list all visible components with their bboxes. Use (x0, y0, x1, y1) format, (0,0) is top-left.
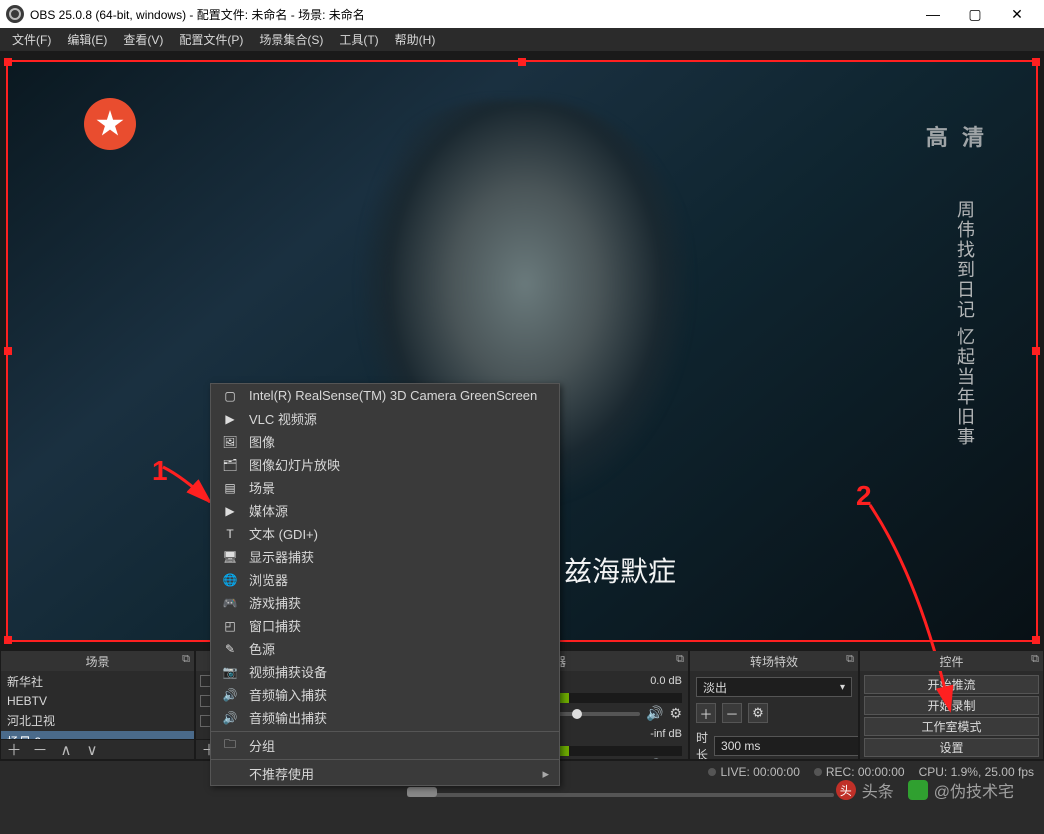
chevron-down-icon: ▾ (840, 682, 845, 693)
scene-item[interactable]: 河北卫视 (1, 710, 194, 731)
context-item[interactable]: ◰窗口捕获 (211, 614, 559, 637)
transitions-dock-header[interactable]: 转场特效 ⧉ (690, 651, 858, 671)
remove-transition-button[interactable]: － (722, 703, 742, 723)
scene-down-button[interactable]: ∨ (83, 741, 101, 759)
controls-dock-header[interactable]: 控件 ⧉ (860, 651, 1043, 671)
context-item[interactable]: 🌐浏览器 (211, 568, 559, 591)
hd-badge: 高 清 (926, 120, 988, 152)
context-item[interactable]: ▶媒体源 (211, 499, 559, 522)
popout-icon[interactable]: ⧉ (1031, 653, 1039, 666)
video-device-icon: 📷 (221, 664, 239, 680)
add-transition-button[interactable]: ＋ (696, 703, 716, 723)
context-item[interactable]: ▶VLC 视频源 (211, 407, 559, 430)
context-item[interactable]: ▤场景 (211, 476, 559, 499)
vertical-caption: 周伟找到日记 忆起当年旧事 (953, 200, 976, 447)
window-maximize-button[interactable]: ▢ (954, 0, 996, 28)
play-icon: ▶ (221, 411, 239, 427)
audio-in-icon: 🔊 (221, 687, 239, 703)
scenes-dock-header[interactable]: 场景 ⧉ (1, 651, 194, 671)
menu-edit[interactable]: 编辑(E) (59, 28, 115, 51)
rec-indicator-icon (814, 768, 822, 776)
speaker-icon[interactable]: 🔊 (646, 705, 663, 722)
add-source-context-menu: ▢Intel(R) RealSense(TM) 3D Camera GreenS… (210, 383, 560, 786)
blank-icon (221, 766, 239, 782)
status-cpu: CPU: 1.9%, 25.00 fps (919, 765, 1034, 779)
display-icon: 🖥 (221, 549, 239, 565)
duration-label: 时长 (696, 729, 708, 759)
subtitle-text: 兹海默症 (564, 550, 676, 590)
transition-mode-dropdown[interactable]: 淡出▾ (696, 677, 852, 697)
menu-scene-collection[interactable]: 场景集合(S) (251, 28, 331, 51)
control-button-3[interactable]: 设置 (864, 738, 1039, 757)
menu-view[interactable]: 查看(V) (115, 28, 171, 51)
camera-icon: ▢ (221, 388, 239, 404)
menu-help[interactable]: 帮助(H) (387, 28, 444, 51)
window-title: OBS 25.0.8 (64-bit, windows) - 配置文件: 未命名… (30, 6, 365, 23)
gear-icon[interactable]: ⚙ (669, 705, 682, 722)
annotation-arrow-2 (860, 500, 970, 720)
scenes-list[interactable]: 新华社HEBTV河北卫视场景 2 (1, 671, 194, 739)
context-item[interactable]: 🖥显示器捕获 (211, 545, 559, 568)
transitions-dock: 转场特效 ⧉ 淡出▾ ＋ － ⚙ 时长 ▴ ▾ (689, 650, 859, 760)
menu-profile[interactable]: 配置文件(P) (171, 28, 251, 51)
channel-logo-icon (84, 98, 136, 150)
submenu-arrow-icon: ▸ (542, 766, 549, 782)
context-item[interactable]: ✎色源 (211, 637, 559, 660)
live-indicator-icon (708, 768, 716, 776)
gear-icon[interactable]: ⚙ (669, 758, 682, 759)
transition-duration-input[interactable] (714, 736, 858, 756)
toutiao-icon: 头 (836, 780, 856, 800)
context-item[interactable]: 🔊音频输入捕获 (211, 683, 559, 706)
popout-icon[interactable]: ⧉ (182, 653, 190, 666)
window-minimize-button[interactable]: — (912, 0, 954, 28)
context-menu-separator (211, 731, 559, 732)
window-close-button[interactable]: ✕ (996, 0, 1038, 28)
context-item[interactable]: 🎮游戏捕获 (211, 591, 559, 614)
status-rec: REC: 00:00:00 (814, 765, 905, 779)
color-icon: ✎ (221, 641, 239, 657)
browser-icon: 🌐 (221, 572, 239, 588)
obs-app-icon (6, 5, 24, 23)
context-item[interactable]: 🖼图像 (211, 430, 559, 453)
context-item[interactable]: T文本 (GDI+) (211, 522, 559, 545)
scene-item[interactable]: 新华社 (1, 671, 194, 692)
popout-icon[interactable]: ⧉ (676, 653, 684, 666)
remove-scene-button[interactable]: － (31, 739, 49, 760)
transition-settings-button[interactable]: ⚙ (748, 703, 768, 723)
speaker-icon[interactable]: 🔊 (646, 758, 663, 759)
window-titlebar: OBS 25.0.8 (64-bit, windows) - 配置文件: 未命名… (0, 0, 1044, 28)
slideshow-icon: 🗂 (221, 457, 239, 473)
folder-icon: 🗀 (221, 738, 239, 754)
scene-icon: ▤ (221, 480, 239, 496)
window-icon: ◰ (221, 618, 239, 634)
game-icon: 🎮 (221, 595, 239, 611)
text-icon: T (221, 526, 239, 542)
status-live: LIVE: 00:00:00 (708, 765, 799, 779)
scene-up-button[interactable]: ∧ (57, 741, 75, 759)
scene-item[interactable]: 场景 2 (1, 731, 194, 739)
wechat-icon (908, 780, 928, 800)
preview-zoom-slider[interactable] (407, 790, 834, 800)
menu-file[interactable]: 文件(F) (4, 28, 59, 51)
popout-icon[interactable]: ⧉ (846, 653, 854, 666)
context-item-deprecated[interactable]: 不推荐使用 ▸ (211, 762, 559, 785)
scenes-dock: 场景 ⧉ 新华社HEBTV河北卫视场景 2 ＋ － ∧ ∨ (0, 650, 195, 760)
context-item-group[interactable]: 🗀 分组 (211, 734, 559, 757)
audio-out-icon: 🔊 (221, 710, 239, 726)
media-icon: ▶ (221, 503, 239, 519)
context-item[interactable]: 📷视频捕获设备 (211, 660, 559, 683)
image-icon: 🖼 (221, 434, 239, 450)
menubar: 文件(F) 编辑(E) 查看(V) 配置文件(P) 场景集合(S) 工具(T) … (0, 28, 1044, 52)
menu-tools[interactable]: 工具(T) (331, 28, 386, 51)
scenes-toolbar: ＋ － ∧ ∨ (1, 739, 194, 759)
context-menu-separator (211, 759, 559, 760)
context-item[interactable]: ▢Intel(R) RealSense(TM) 3D Camera GreenS… (211, 384, 559, 407)
add-scene-button[interactable]: ＋ (5, 739, 23, 760)
context-item[interactable]: 🔊音频输出捕获 (211, 706, 559, 729)
scene-item[interactable]: HEBTV (1, 692, 194, 710)
context-item[interactable]: 🗂图像幻灯片放映 (211, 453, 559, 476)
